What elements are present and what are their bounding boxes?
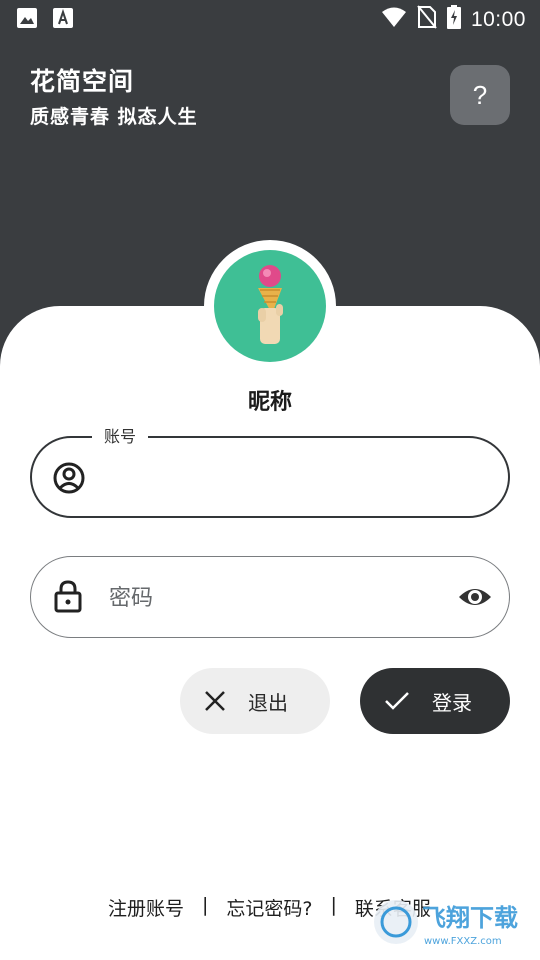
watermark-logo: 飞翔下载 www.FXXZ.com <box>374 900 518 947</box>
watermark-url: www.FXXZ.com <box>424 936 502 947</box>
account-field[interactable]: 账号 <box>30 426 510 518</box>
status-bar: 10:00 <box>0 0 540 36</box>
close-icon <box>205 691 225 711</box>
login-button[interactable]: 登录 <box>360 668 510 734</box>
font-download-icon <box>52 7 74 34</box>
forgot-password-link[interactable]: 忘记密码? <box>226 894 312 921</box>
status-time: 10:00 <box>470 7 526 31</box>
avatar[interactable] <box>214 250 326 362</box>
wifi-icon <box>381 6 407 33</box>
help-button[interactable]: ? <box>450 65 510 125</box>
lock-icon <box>54 580 82 613</box>
account-circle-icon <box>53 462 85 494</box>
app-subtitle: 质感青春 拟态人生 <box>30 106 198 128</box>
ice-cream-hand-icon <box>258 265 283 344</box>
watermark-text: 飞翔下载 <box>422 904 518 932</box>
no-sim-icon <box>417 5 437 34</box>
exit-button-label: 退出 <box>248 690 288 715</box>
check-icon <box>385 692 409 710</box>
app-header: 花简空间 质感青春 拟态人生 <box>30 62 198 129</box>
account-input[interactable] <box>108 438 442 518</box>
eye-icon[interactable] <box>457 581 493 613</box>
image-icon <box>16 7 38 34</box>
register-link[interactable]: 注册账号 <box>108 894 184 921</box>
password-field[interactable] <box>30 556 510 639</box>
nickname-label: 昵称 <box>247 390 292 415</box>
app-title: 花简空间 <box>30 67 135 96</box>
login-button-label: 登录 <box>432 690 472 715</box>
battery-charging-icon <box>446 5 461 34</box>
password-input[interactable] <box>107 557 441 639</box>
footer-separator: | <box>202 894 209 916</box>
footer-separator: | <box>330 894 337 916</box>
exit-button[interactable]: 退出 <box>180 668 330 734</box>
